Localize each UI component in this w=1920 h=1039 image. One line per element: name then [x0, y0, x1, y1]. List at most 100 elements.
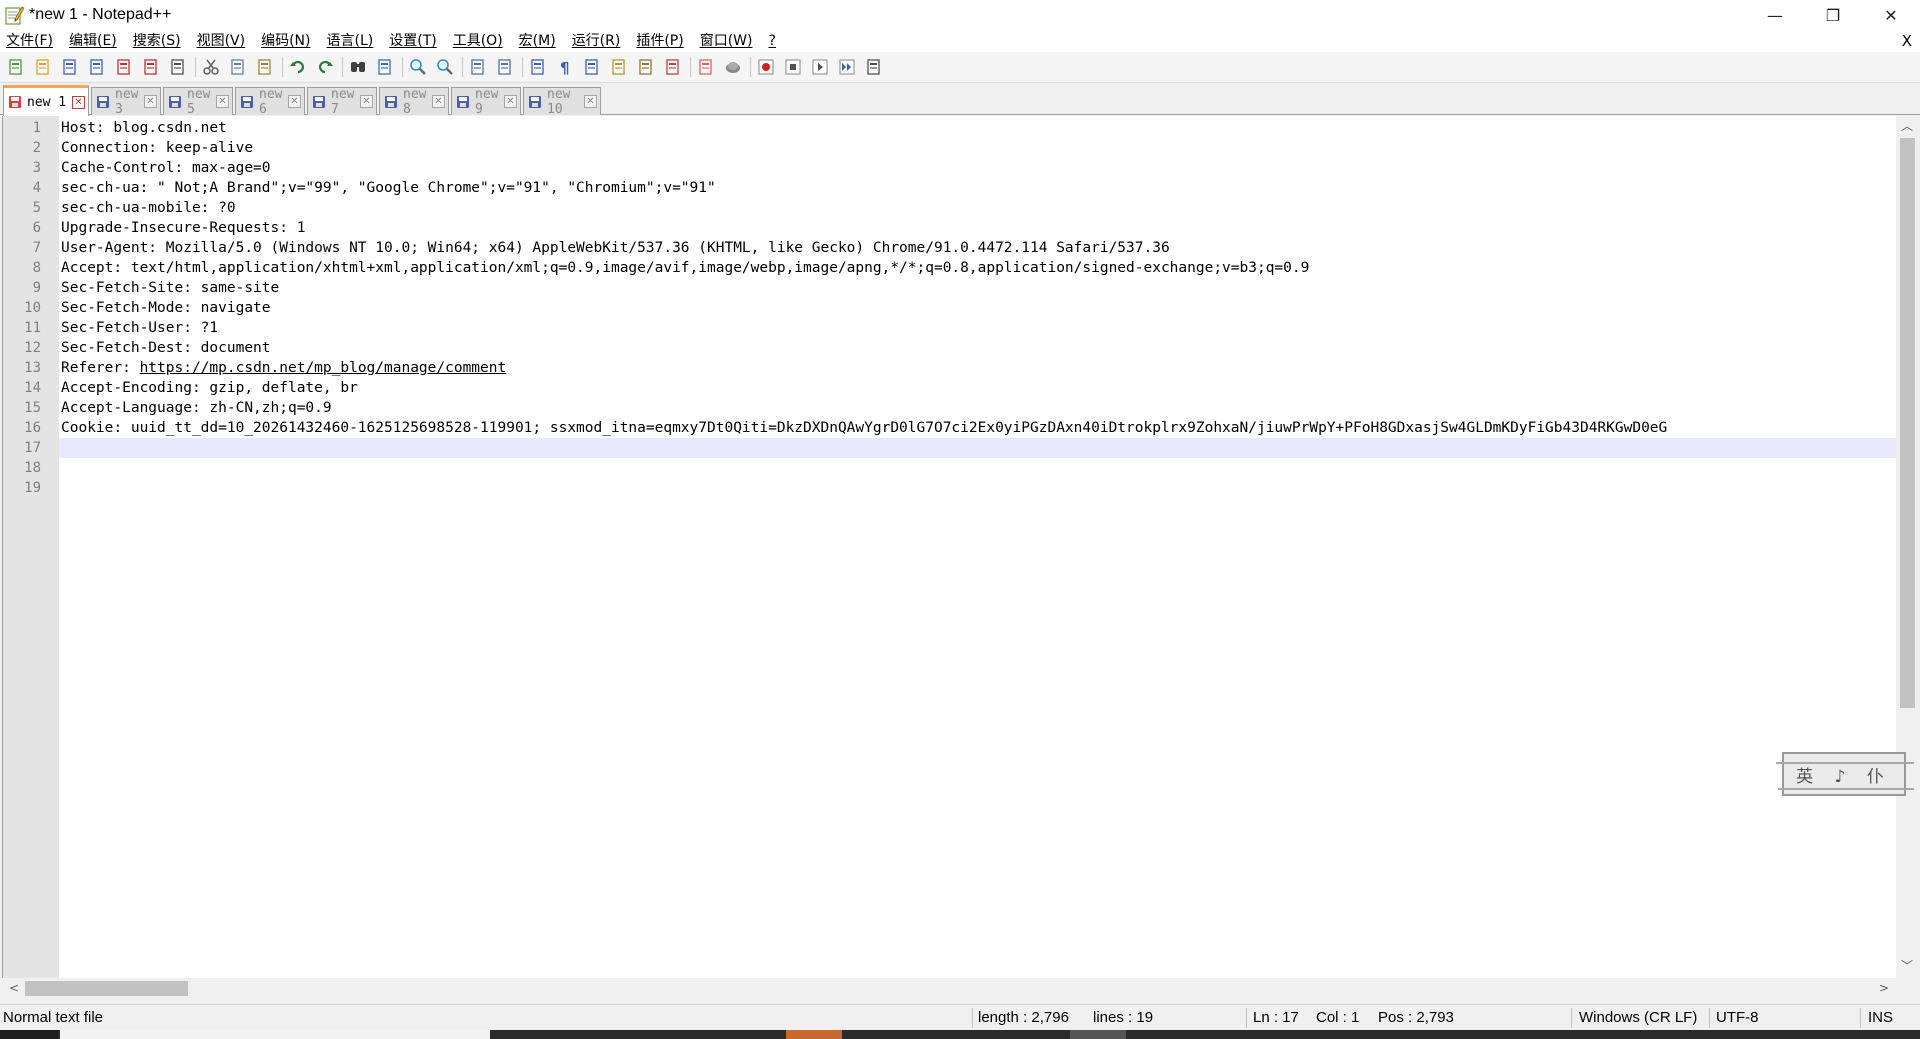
find-button[interactable] [347, 56, 369, 78]
menu-edit[interactable]: 编辑(E) [61, 30, 125, 52]
code-line[interactable]: Upgrade-Insecure-Requests: 1 [59, 218, 1900, 238]
tab-close-icon[interactable]: ✕ [584, 95, 597, 108]
menu-file[interactable]: 文件(F) [0, 30, 61, 52]
tab-new-6[interactable]: new 6 ✕ [235, 87, 305, 117]
copy-button[interactable] [227, 56, 249, 78]
undo-button[interactable] [287, 56, 309, 78]
ime-toolbar[interactable]: 英 ♪ 仆 [1776, 752, 1914, 796]
status-encoding[interactable]: UTF-8 [1716, 1005, 1759, 1031]
run-macro-multiple-button[interactable] [836, 56, 858, 78]
scroll-down-icon[interactable]: ﹀ [1896, 956, 1918, 976]
save-macro-button[interactable] [863, 56, 885, 78]
menu-macro[interactable]: 宏(M) [511, 30, 564, 52]
referer-link[interactable]: https://mp.csdn.net/mp_blog/manage/comme… [140, 360, 507, 376]
replace-button[interactable] [374, 56, 396, 78]
close-all-button[interactable] [140, 56, 162, 78]
save-button[interactable] [59, 56, 81, 78]
code-line[interactable]: Host: blog.csdn.net [59, 118, 1900, 138]
code-line[interactable]: Accept-Language: zh-CN,zh;q=0.9 [59, 398, 1900, 418]
tab-new-7[interactable]: new 7 ✕ [307, 87, 377, 117]
tab-new-1[interactable]: new 1 ✕ [3, 85, 89, 116]
word-wrap-button[interactable] [527, 56, 549, 78]
cut-button[interactable] [200, 56, 222, 78]
tab-close-icon[interactable]: ✕ [144, 95, 157, 108]
horizontal-scrollbar[interactable]: < > [2, 978, 1896, 998]
print-button[interactable] [167, 56, 189, 78]
code-line[interactable]: Sec-Fetch-Mode: navigate [59, 298, 1900, 318]
scroll-right-icon[interactable]: > [1874, 978, 1894, 998]
menu-help[interactable]: ? [761, 30, 784, 52]
tab-new-9[interactable]: new 9 ✕ [451, 87, 521, 117]
code-line[interactable]: Referer: https://mp.csdn.net/mp_blog/man… [59, 358, 1900, 378]
paste-button[interactable] [254, 56, 276, 78]
menu-plugins[interactable]: 插件(P) [628, 30, 691, 52]
editor[interactable]: 1 2 3 4 5 6 7 8 9 10 11 12 13 14 15 16 17 18 19 Host: blog… [2, 116, 1900, 978]
menu-run[interactable]: 运行(R) [564, 30, 629, 52]
close-document-button[interactable]: X [1902, 30, 1912, 52]
code-line[interactable]: Cookie: uuid_tt_dd=10_20261432460-162512… [59, 418, 1900, 438]
close-button[interactable] [113, 56, 135, 78]
code-line[interactable]: Sec-Fetch-User: ?1 [59, 318, 1900, 338]
new-file-button[interactable] [5, 56, 27, 78]
menu-encoding[interactable]: 编码(N) [253, 30, 318, 52]
redo-button[interactable] [314, 56, 336, 78]
minimize-button[interactable]: — [1746, 0, 1804, 30]
status-eol[interactable]: Windows (CR LF) [1579, 1005, 1697, 1031]
menu-tools[interactable]: 工具(O) [445, 30, 511, 52]
menu-settings[interactable]: 设置(T) [381, 30, 444, 52]
code-line[interactable] [59, 458, 1900, 478]
sync-vertical-button[interactable] [467, 56, 489, 78]
open-file-button[interactable] [32, 56, 54, 78]
record-macro-button[interactable] [755, 56, 777, 78]
text-area[interactable]: Host: blog.csdn.net Connection: keep-aliv… [59, 116, 1900, 978]
zoom-in-button[interactable] [407, 56, 429, 78]
scroll-up-icon[interactable]: ︿ [1896, 116, 1918, 136]
taskbar-strip [0, 1030, 1920, 1039]
play-macro-button[interactable] [809, 56, 831, 78]
folder-workspace-button[interactable] [695, 56, 717, 78]
tab-new-3[interactable]: new 3 ✕ [91, 87, 161, 117]
unsaved-file-icon [8, 95, 22, 109]
tab-close-icon[interactable]: ✕ [432, 95, 445, 108]
menu-window[interactable]: 窗口(W) [692, 30, 761, 52]
tab-close-icon[interactable]: ✕ [504, 95, 517, 108]
indent-guide-button[interactable] [581, 56, 603, 78]
menu-search[interactable]: 搜索(S) [125, 30, 189, 52]
doc-map-button[interactable] [635, 56, 657, 78]
vertical-scrollbar[interactable]: ︿ ﹀ [1896, 116, 1918, 978]
monitoring-button[interactable] [722, 56, 744, 78]
tab-close-icon[interactable]: ✕ [216, 95, 229, 108]
code-line[interactable]: Cache-Control: max-age=0 [59, 158, 1900, 178]
stop-record-button[interactable] [782, 56, 804, 78]
tab-close-icon[interactable]: ✕ [72, 95, 85, 109]
show-all-chars-button[interactable]: ¶ [554, 56, 576, 78]
save-all-button[interactable] [86, 56, 108, 78]
tab-close-icon[interactable]: ✕ [360, 95, 373, 108]
tab-new-10[interactable]: new 10 ✕ [523, 87, 601, 117]
code-line[interactable]: Accept: text/html,application/xhtml+xml,… [59, 258, 1900, 278]
code-line[interactable]: Sec-Fetch-Dest: document [59, 338, 1900, 358]
function-list-button[interactable] [662, 56, 684, 78]
restore-button[interactable]: ❐ [1804, 0, 1862, 30]
tab-close-icon[interactable]: ✕ [288, 95, 301, 108]
menu-view[interactable]: 视图(V) [189, 30, 254, 52]
udl-button[interactable] [608, 56, 630, 78]
code-line[interactable]: sec-ch-ua: " Not;A Brand";v="99", "Googl… [59, 178, 1900, 198]
tab-new-5[interactable]: new 5 ✕ [163, 87, 233, 117]
zoom-out-button[interactable] [434, 56, 456, 78]
code-line[interactable]: Connection: keep-alive [59, 138, 1900, 158]
code-line[interactable]: Accept-Encoding: gzip, deflate, br [59, 378, 1900, 398]
sync-horizontal-button[interactable] [494, 56, 516, 78]
code-line[interactable]: User-Agent: Mozilla/5.0 (Windows NT 10.0… [59, 238, 1900, 258]
code-line[interactable] [59, 478, 1900, 498]
code-line[interactable] [59, 438, 1900, 458]
tab-new-8[interactable]: new 8 ✕ [379, 87, 449, 117]
code-line[interactable]: Sec-Fetch-Site: same-site [59, 278, 1900, 298]
close-button[interactable]: ✕ [1862, 0, 1920, 30]
horizontal-scroll-thumb[interactable] [25, 981, 188, 996]
scroll-left-icon[interactable]: < [4, 978, 24, 998]
vertical-scroll-thumb[interactable] [1900, 138, 1915, 708]
status-insert-mode[interactable]: INS [1868, 1005, 1893, 1031]
menu-language[interactable]: 语言(L) [319, 30, 382, 52]
code-line[interactable]: sec-ch-ua-mobile: ?0 [59, 198, 1900, 218]
